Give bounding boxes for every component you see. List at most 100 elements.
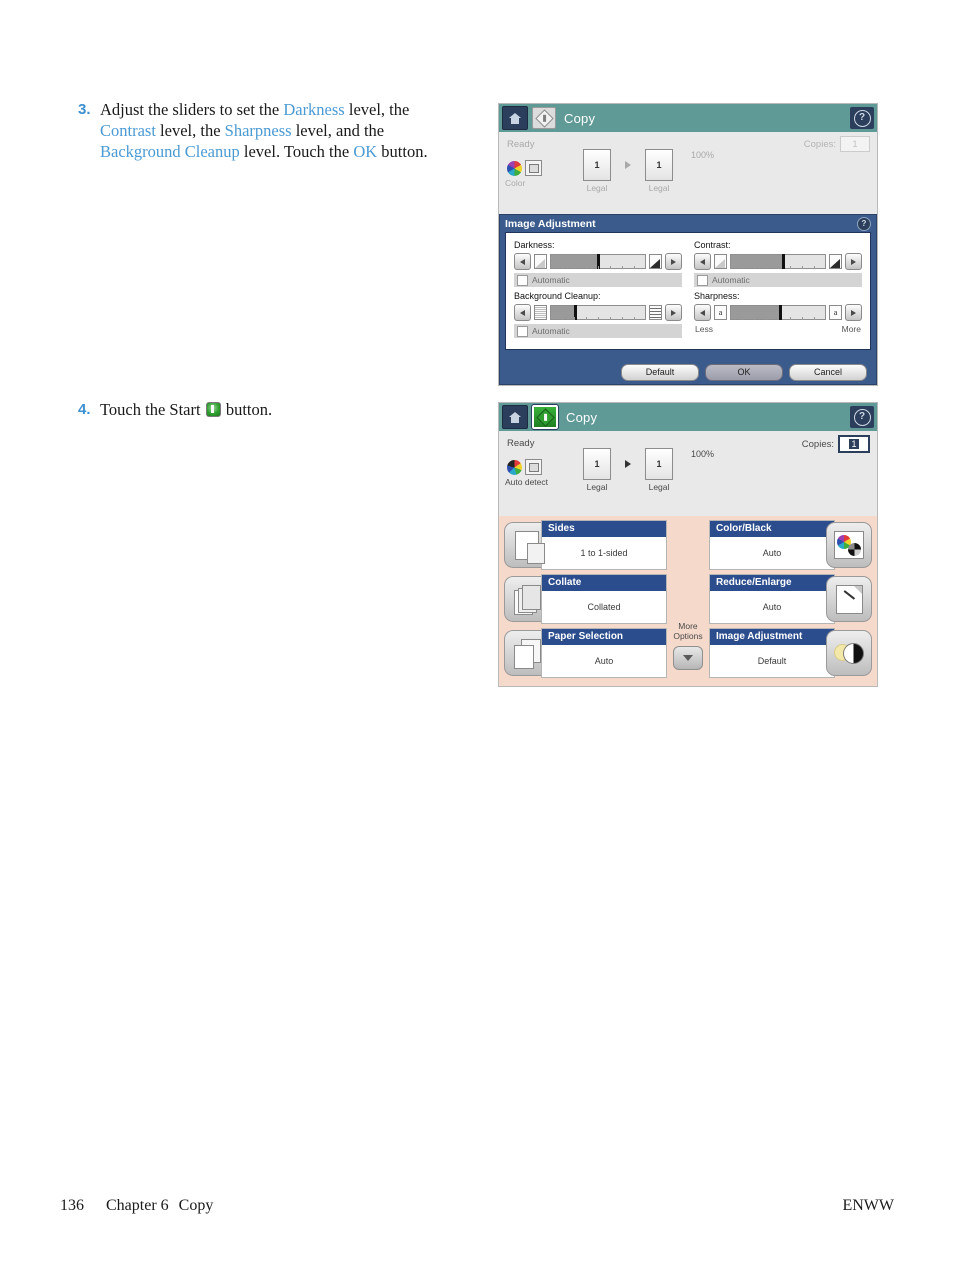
preview-target-size: Legal <box>648 482 670 492</box>
dialog-body: Darkness: Automatic Contrast: Automatic … <box>505 232 871 350</box>
reduce-enlarge-tile[interactable]: Reduce/Enlarge Auto <box>709 574 872 624</box>
more-options-button[interactable] <box>673 646 703 670</box>
screen1-zoom-percent: 100% <box>691 150 715 160</box>
sharpness-less-label: Less <box>695 324 713 334</box>
sharpness-label: Sharpness: <box>694 291 740 301</box>
home-button[interactable] <box>502 405 528 429</box>
color-wheel-icon <box>507 460 522 475</box>
screen2-statusbar: Ready Copies: 1 Auto detect 100% 1 Legal… <box>499 431 877 495</box>
help-icon: ? <box>853 408 871 426</box>
darkness-label: Darkness: <box>514 240 555 250</box>
step-4-text: Touch the Start button. <box>100 399 272 420</box>
contrast-control: Contrast: Automatic <box>694 240 862 287</box>
screen2-mode-icons <box>507 459 542 475</box>
preview-source-size: Legal <box>586 183 608 193</box>
image-adjustment-tile[interactable]: Image Adjustment Default <box>709 628 872 678</box>
default-button[interactable]: Default <box>621 363 699 381</box>
sharpness-decrease-button[interactable] <box>694 304 711 321</box>
reduce-enlarge-tile-value: Auto <box>762 602 782 612</box>
contrast-automatic-label: Automatic <box>712 275 750 285</box>
start-button[interactable] <box>531 404 559 430</box>
copies-input[interactable]: 1 <box>838 435 870 453</box>
status-ready-text: Ready <box>507 438 535 449</box>
background-cleanup-increase-button[interactable] <box>665 304 682 321</box>
start-button[interactable] <box>532 107 556 129</box>
sides-tile-value: 1 to 1-sided <box>580 548 628 558</box>
sharpness-increase-button[interactable] <box>845 304 862 321</box>
color-black-tile-title: Color/Black <box>710 521 834 537</box>
dialog-footer: Default OK Cancel <box>500 360 876 384</box>
step-3-seg-10: button. <box>377 142 428 161</box>
step-3-term-sharpness: Sharpness <box>224 121 292 140</box>
help-button[interactable]: ? <box>850 107 874 129</box>
options-column-right: Color/Black Auto Reduce/Enlarge Auto Ima… <box>709 520 872 682</box>
step-3-term-ok: OK <box>353 142 378 161</box>
step-4-prefix: Touch the Start <box>100 400 205 419</box>
screen2-title: Copy <box>566 409 598 425</box>
reduce-enlarge-tile-title: Reduce/Enlarge <box>710 575 834 591</box>
step-4-suffix: button. <box>221 400 273 419</box>
preview-target: 1 Legal <box>645 448 673 492</box>
image-adjustment-tile-title: Image Adjustment <box>710 629 834 645</box>
color-wheel-icon <box>507 161 522 176</box>
screen1-preview-row: 100% 1 Legal 1 Legal <box>583 149 714 193</box>
background-low-icon <box>534 305 547 320</box>
darkness-automatic-checkbox[interactable] <box>517 274 528 286</box>
step-3-seg-0: Adjust the sliders to set the <box>100 100 284 119</box>
paper-selection-tile-value: Auto <box>594 656 614 666</box>
darkness-high-icon <box>649 254 662 269</box>
more-options-label: More Options <box>673 621 702 641</box>
image-adjustment-dialog: Image Adjustment ? Darkness: Automatic C… <box>499 214 877 385</box>
control-panel-screenshot-2: Copy ? Ready Copies: 1 Auto detect 100% … <box>498 402 878 687</box>
contrast-automatic-row[interactable]: Automatic <box>694 273 862 287</box>
background-cleanup-slider[interactable] <box>550 305 646 320</box>
copies-input: 1 <box>840 136 870 152</box>
dialog-help-icon[interactable]: ? <box>857 216 871 231</box>
preview-arrow-icon <box>611 161 645 181</box>
contrast-slider-row <box>694 253 862 270</box>
screen2-topbar: Copy ? <box>499 403 877 431</box>
sharpness-slider[interactable] <box>730 305 826 320</box>
reduce-enlarge-icon <box>826 576 872 622</box>
step-3-term-background-cleanup: Background Cleanup <box>100 142 240 161</box>
paper-selection-tile[interactable]: Paper Selection Auto <box>504 628 667 678</box>
cancel-button[interactable]: Cancel <box>789 363 867 381</box>
collate-tile-value: Collated <box>587 602 621 612</box>
help-button[interactable]: ? <box>850 406 874 428</box>
ok-button[interactable]: OK <box>705 363 783 381</box>
darkness-automatic-row[interactable]: Automatic <box>514 273 682 287</box>
collate-tile-title: Collate <box>542 575 666 591</box>
contrast-high-icon <box>829 254 842 269</box>
contrast-slider[interactable] <box>730 254 826 269</box>
background-cleanup-automatic-row[interactable]: Automatic <box>514 324 682 338</box>
darkness-increase-button[interactable] <box>665 253 682 270</box>
preview-target-size: Legal <box>648 183 670 193</box>
copies-label: Copies: <box>801 438 834 450</box>
sides-tile[interactable]: Sides 1 to 1-sided <box>504 520 667 570</box>
color-black-icon <box>826 522 872 568</box>
contrast-increase-button[interactable] <box>845 253 862 270</box>
background-cleanup-decrease-button[interactable] <box>514 304 531 321</box>
darkness-decrease-button[interactable] <box>514 253 531 270</box>
image-adjustment-tile-value: Default <box>757 656 787 666</box>
background-cleanup-automatic-checkbox[interactable] <box>517 325 528 337</box>
home-button[interactable] <box>502 106 528 130</box>
footer-chapter: Chapter 6 <box>106 1197 169 1214</box>
start-icon <box>205 402 221 417</box>
image-adjustment-icon <box>826 630 872 676</box>
background-cleanup-slider-row <box>514 304 682 321</box>
screen1-topbar: Copy ? <box>499 104 877 132</box>
contrast-decrease-button[interactable] <box>694 253 711 270</box>
collate-tile[interactable]: Collate Collated <box>504 574 667 624</box>
sharpness-more-label: More <box>841 324 861 334</box>
scan-source-icon <box>525 160 542 176</box>
step-3-term-contrast: Contrast <box>100 121 156 140</box>
screen2-mode-label: Auto detect <box>505 477 549 487</box>
screen1-mode-label: Color <box>505 178 526 188</box>
darkness-slider[interactable] <box>550 254 646 269</box>
step-3-seg-6: level, and the <box>291 121 385 140</box>
contrast-automatic-checkbox[interactable] <box>697 274 708 286</box>
footer-section: Copy <box>178 1197 214 1214</box>
screen1-mode-icons <box>507 160 542 176</box>
color-black-tile[interactable]: Color/Black Auto <box>709 520 872 570</box>
